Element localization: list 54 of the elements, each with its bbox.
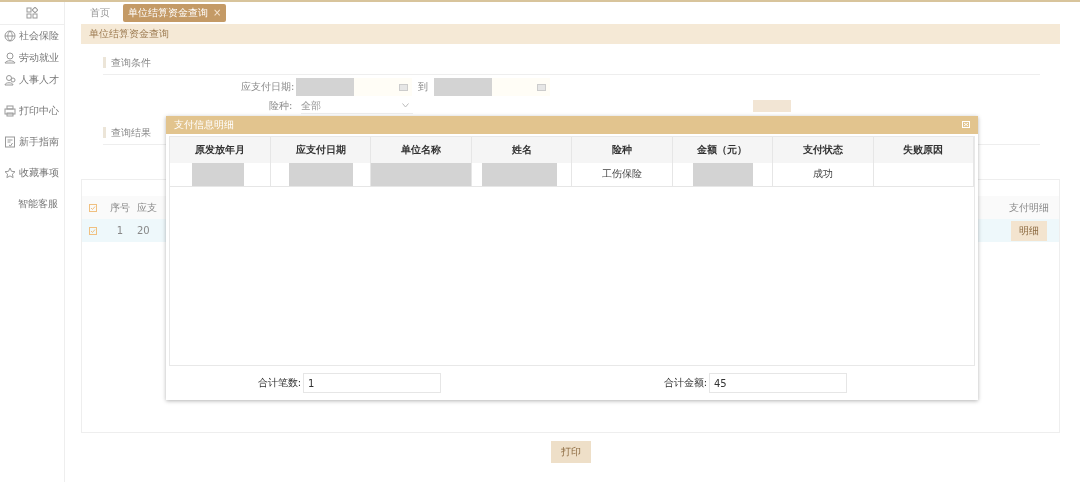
- sidebar-item[interactable]: 收藏事项: [0, 162, 64, 184]
- grid-icon: [26, 7, 38, 19]
- column-header: 金额（元）: [672, 136, 773, 163]
- globe-icon: [4, 30, 16, 42]
- person-icon: [4, 52, 16, 64]
- print-button[interactable]: 打印: [550, 441, 591, 463]
- column-header: 支付明细: [1008, 200, 1050, 215]
- sidebar-item[interactable]: 打印中心: [0, 100, 64, 122]
- column-header: 应支: [137, 200, 158, 215]
- caret-icon: [402, 103, 409, 108]
- document-icon: [4, 136, 16, 148]
- field-label: 应支付日期:: [241, 80, 295, 94]
- printer-icon: [4, 105, 16, 117]
- checkbox-icon: [89, 226, 97, 235]
- section-title: 查询结果: [103, 127, 151, 138]
- query-button[interactable]: [753, 100, 791, 112]
- date-field[interactable]: [296, 78, 413, 96]
- insurance-select[interactable]: 全部: [301, 98, 413, 114]
- field-label: 到: [418, 80, 429, 94]
- sidebar-item[interactable]: 人事人才: [0, 69, 64, 91]
- column-header: 应支付日期: [270, 136, 371, 163]
- panel-header: 单位结算资金查询: [81, 24, 1060, 44]
- sidebar-item[interactable]: 新手指南: [0, 131, 64, 153]
- sidebar-item[interactable]: 社会保险: [0, 25, 64, 47]
- column-header: 支付状态: [772, 136, 874, 163]
- calendar-icon: [537, 83, 547, 91]
- table-cell: 工伤保险: [601, 168, 642, 180]
- field-label: 合计笔数:: [256, 376, 301, 391]
- column-header: 险种: [571, 136, 673, 163]
- tab[interactable]: 首页: [85, 4, 115, 22]
- star-icon: [4, 167, 16, 179]
- table-cell-text: 20: [137, 225, 151, 236]
- total-field: 1: [303, 373, 441, 394]
- column-header: 失败原因: [873, 136, 974, 163]
- tab[interactable]: 单位结算资金查询 ×: [123, 4, 227, 22]
- date-field[interactable]: [434, 78, 551, 96]
- checkbox-icon: [89, 203, 97, 212]
- table-cell: 成功: [812, 168, 833, 180]
- field-label: 合计金额:: [662, 376, 707, 391]
- sidebar-item[interactable]: 劳动就业: [0, 47, 64, 69]
- column-header: 姓名: [471, 136, 572, 163]
- column-header: 原发放年月: [170, 136, 271, 163]
- sidebar-item[interactable]: 智能客服: [0, 193, 64, 215]
- field-label: 险种:: [269, 99, 294, 113]
- total-field: 45: [709, 373, 847, 394]
- calendar-icon: [399, 83, 409, 91]
- column-header: 单位名称: [370, 136, 472, 163]
- detail-button[interactable]: 明细: [1011, 220, 1047, 241]
- section-title: 查询条件: [103, 57, 151, 68]
- people-icon: [4, 74, 16, 86]
- close-icon[interactable]: [962, 121, 970, 129]
- column-header: 序号: [109, 200, 131, 215]
- dialog-title: 支付信息明细: [174, 117, 234, 132]
- table-cell-text: 1: [115, 225, 125, 236]
